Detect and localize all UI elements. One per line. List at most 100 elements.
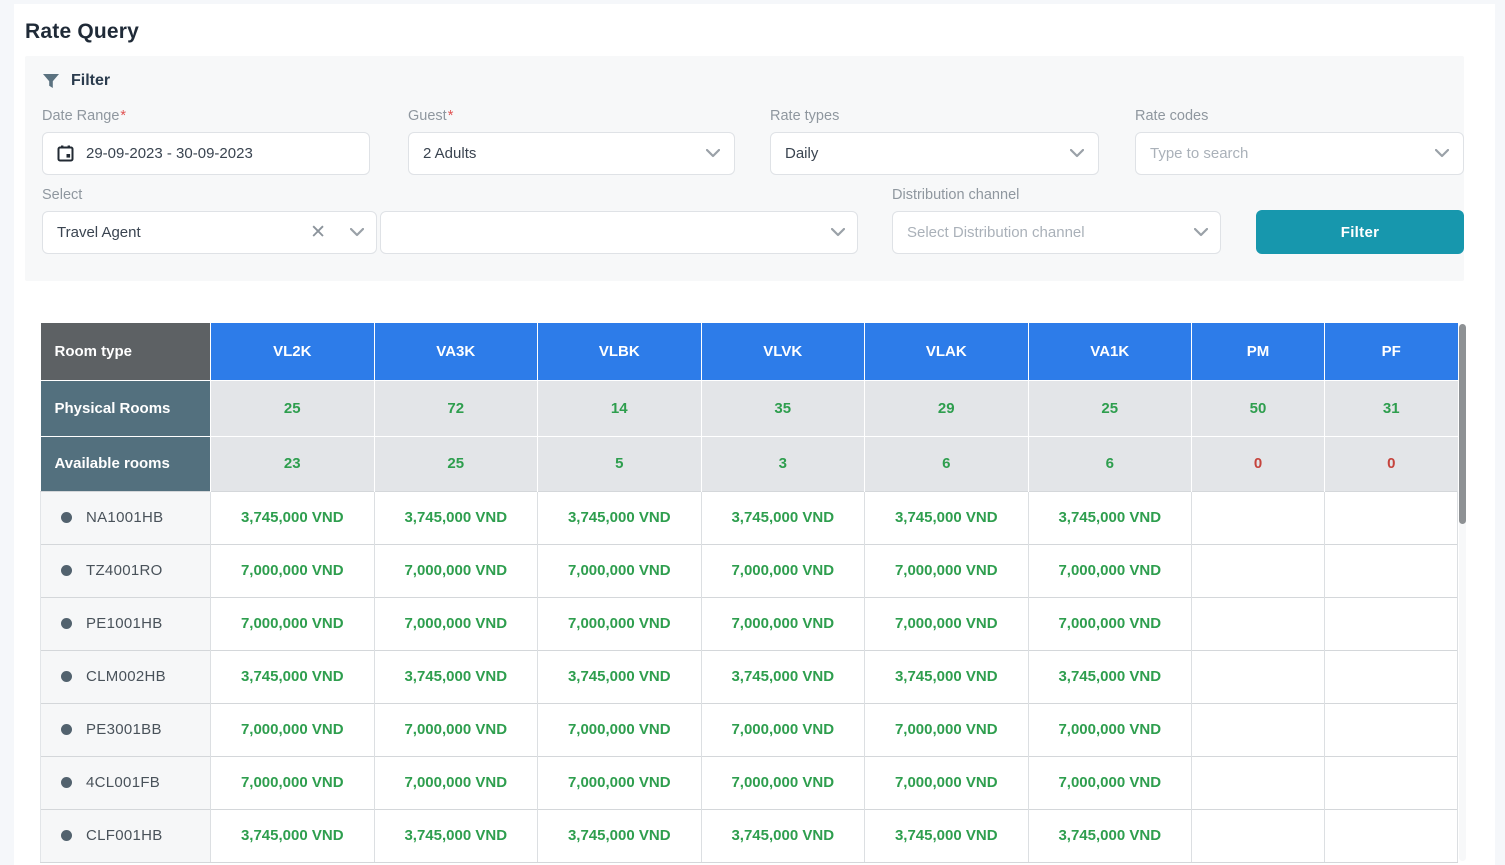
rate-cell [1325, 544, 1458, 597]
status-dot-icon [61, 671, 72, 682]
distribution-channel-select[interactable] [892, 211, 1221, 254]
rate-cell: 7,000,000 VND [1028, 597, 1192, 650]
rate-cell: 7,000,000 VND [538, 597, 702, 650]
rate-code: CLF001HB [86, 827, 163, 844]
available-rooms-value: 6 [865, 436, 1029, 491]
physical-rooms-label: Physical Rooms [41, 380, 211, 436]
column-header: VA1K [1028, 323, 1192, 380]
available-rooms-value: 6 [1028, 436, 1192, 491]
rate-cell [1325, 756, 1458, 809]
rate-code-cell[interactable]: CLM002HB [41, 650, 211, 703]
rate-cell: 7,000,000 VND [211, 597, 375, 650]
rate-code-cell[interactable]: CLF001HB [41, 809, 211, 862]
rate-cell: 3,745,000 VND [865, 809, 1029, 862]
date-range-input[interactable]: 29-09-2023 - 30-09-2023 [42, 132, 370, 175]
guest-label: Guest* [408, 108, 735, 124]
filter-section-title: Filter [71, 72, 110, 90]
distribution-channel-input[interactable] [907, 224, 1184, 241]
physical-rooms-value: 25 [211, 380, 375, 436]
physical-rooms-row: Physical Rooms 25 72 14 35 29 25 50 31 [41, 380, 1458, 436]
select-label: Select [42, 187, 377, 203]
status-dot-icon [61, 512, 72, 523]
rate-row: TZ4001RO 7,000,000 VND 7,000,000 VND 7,0… [41, 544, 1458, 597]
rate-cell [1192, 491, 1325, 544]
available-rooms-value: 5 [538, 436, 702, 491]
available-rooms-value: 0 [1192, 436, 1325, 491]
physical-rooms-value: 29 [865, 380, 1029, 436]
rate-codes-search[interactable] [1135, 132, 1464, 175]
rate-codes-label: Rate codes [1135, 108, 1464, 124]
available-rooms-row: Available rooms 23 25 5 3 6 6 0 0 [41, 436, 1458, 491]
rate-cell: 7,000,000 VND [1028, 756, 1192, 809]
rate-cell: 3,745,000 VND [701, 809, 865, 862]
rate-cell: 7,000,000 VND [374, 544, 538, 597]
physical-rooms-value: 14 [538, 380, 702, 436]
guest-field: Guest* 2 Adults [408, 108, 735, 175]
chevron-down-icon [1194, 228, 1208, 237]
status-dot-icon [61, 724, 72, 735]
travel-agent-select[interactable]: Travel Agent ✕ [42, 211, 377, 254]
rate-cell: 7,000,000 VND [701, 703, 865, 756]
rate-types-select[interactable]: Daily [770, 132, 1099, 175]
rate-cell: 7,000,000 VND [211, 756, 375, 809]
distribution-channel-field: Distribution channel [892, 187, 1221, 254]
clear-icon[interactable]: ✕ [310, 223, 326, 242]
vertical-scrollbar[interactable] [1459, 324, 1466, 861]
rate-types-field: Rate types Daily [770, 108, 1099, 175]
rate-row: PE3001BB 7,000,000 VND 7,000,000 VND 7,0… [41, 703, 1458, 756]
rate-cell: 3,745,000 VND [865, 650, 1029, 703]
rate-row: CLM002HB 3,745,000 VND 3,745,000 VND 3,7… [41, 650, 1458, 703]
rate-cell [1325, 809, 1458, 862]
rate-query-page: Rate Query Filter Date Range* 29-09-2023… [14, 4, 1495, 865]
rate-codes-input[interactable] [1150, 145, 1425, 162]
rate-cell [1192, 650, 1325, 703]
physical-rooms-value: 35 [701, 380, 865, 436]
column-header: VA3K [374, 323, 538, 380]
rate-code: NA1001HB [86, 509, 163, 526]
guest-select[interactable]: 2 Adults [408, 132, 735, 175]
rate-cell: 7,000,000 VND [1028, 544, 1192, 597]
physical-rooms-value: 25 [1028, 380, 1192, 436]
filter-button[interactable]: Filter [1256, 210, 1464, 254]
physical-rooms-value: 31 [1325, 380, 1458, 436]
available-rooms-value: 0 [1325, 436, 1458, 491]
chevron-down-icon [831, 228, 845, 237]
scrollbar-thumb[interactable] [1459, 324, 1466, 524]
select-field: Select Travel Agent ✕ [42, 187, 377, 254]
rate-cell: 3,745,000 VND [374, 491, 538, 544]
rate-code-cell[interactable]: PE3001BB [41, 703, 211, 756]
column-header-room-type: Room type [41, 323, 211, 380]
rate-cell: 3,745,000 VND [374, 809, 538, 862]
ghost-label [380, 187, 858, 203]
rate-row: CLF001HB 3,745,000 VND 3,745,000 VND 3,7… [41, 809, 1458, 862]
rate-cell: 3,745,000 VND [538, 809, 702, 862]
rate-cell: 7,000,000 VND [211, 703, 375, 756]
rate-cell: 3,745,000 VND [1028, 650, 1192, 703]
rate-cell: 7,000,000 VND [374, 756, 538, 809]
rate-code-cell[interactable]: PE1001HB [41, 597, 211, 650]
rate-cell: 7,000,000 VND [1028, 703, 1192, 756]
column-header: PF [1325, 323, 1458, 380]
rate-cell [1325, 491, 1458, 544]
rate-row: 4CL001FB 7,000,000 VND 7,000,000 VND 7,0… [41, 756, 1458, 809]
column-header: PM [1192, 323, 1325, 380]
rate-cell [1192, 756, 1325, 809]
rate-cell: 7,000,000 VND [701, 544, 865, 597]
column-header: VLAK [865, 323, 1029, 380]
rate-cell: 7,000,000 VND [538, 703, 702, 756]
rate-code-cell[interactable]: TZ4001RO [41, 544, 211, 597]
status-dot-icon [61, 618, 72, 629]
rate-cell: 7,000,000 VND [701, 597, 865, 650]
rate-code: PE3001BB [86, 721, 162, 738]
rate-code-cell[interactable]: 4CL001FB [41, 756, 211, 809]
rate-cell: 7,000,000 VND [865, 544, 1029, 597]
rate-table-container: Room type VL2K VA3K VLBK VLVK VLAK VA1K … [40, 323, 1458, 863]
rate-code: TZ4001RO [86, 562, 163, 579]
secondary-select-field [380, 187, 858, 254]
status-dot-icon [61, 830, 72, 841]
secondary-select[interactable] [380, 211, 858, 254]
rate-cell: 3,745,000 VND [1028, 809, 1192, 862]
required-asterisk: * [448, 108, 454, 124]
rate-code-cell[interactable]: NA1001HB [41, 491, 211, 544]
calendar-icon [57, 145, 74, 162]
